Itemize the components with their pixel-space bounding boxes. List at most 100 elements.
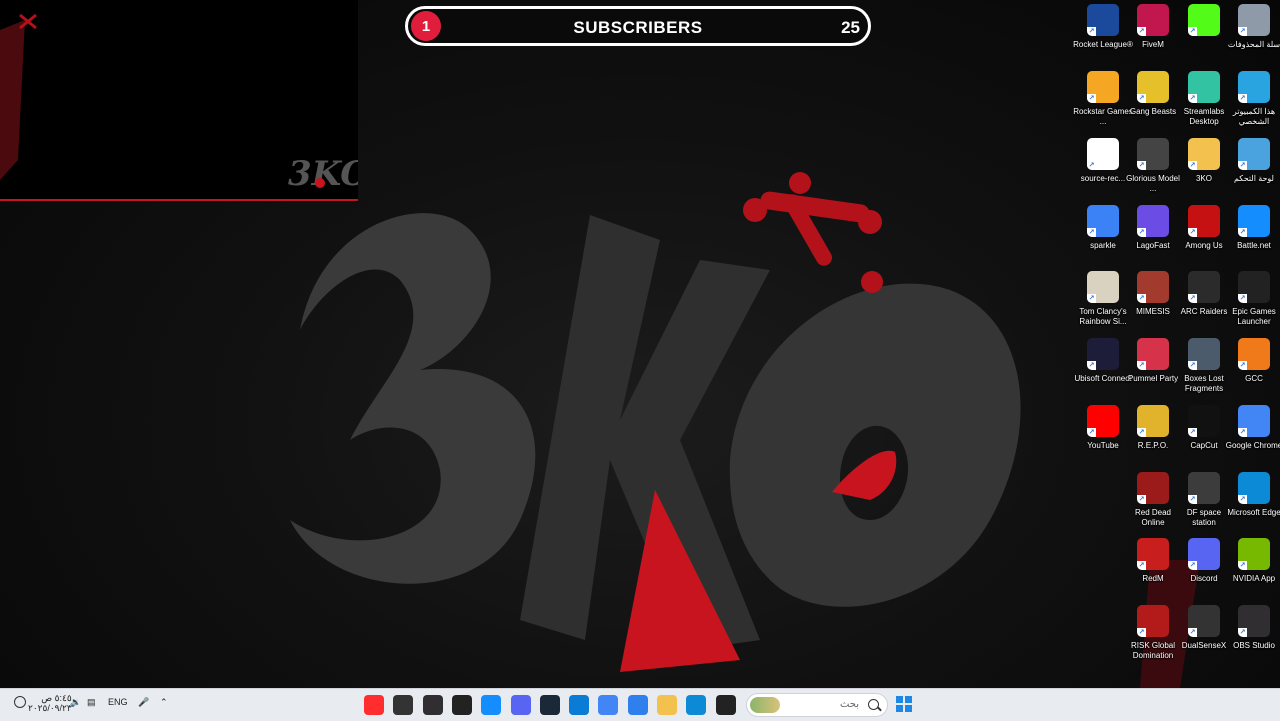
steam-taskbar-icon[interactable] [539, 695, 560, 715]
language-indicator[interactable]: ENG [108, 697, 128, 707]
streamlabs-icon: ↗ [1188, 71, 1220, 103]
search-highlight-thumbnail [750, 697, 780, 713]
subscriber-count: 25 [841, 18, 860, 37]
edge-taskbar-icon[interactable] [686, 695, 707, 715]
shortcut-arrow-icon: ↗ [1137, 561, 1146, 570]
edge-icon: ↗ [1238, 472, 1270, 504]
shortcut-arrow-icon: ↗ [1137, 428, 1146, 437]
cam-logo-text: 3KO [288, 154, 358, 194]
shortcut-arrow-icon: ↗ [1188, 94, 1197, 103]
shortcut-arrow-icon: ↗ [1087, 27, 1096, 36]
shortcut-arrow-icon: ↗ [1188, 228, 1197, 237]
shortcut-arrow-icon: ↗ [1188, 628, 1197, 637]
dualsensex-icon: ↗ [1188, 605, 1220, 637]
discord-taskbar-icon[interactable] [510, 695, 531, 715]
desktop-icon-label: Epic Games Launcher [1232, 307, 1276, 326]
desktop-icon[interactable]: ↗ هذا الكمبيوتر الشخصي [1224, 71, 1280, 135]
shortcut-arrow-icon: ↗ [1087, 361, 1096, 370]
battlenet-taskbar-icon[interactable] [481, 695, 502, 715]
microphone-icon[interactable]: 🎤 [138, 697, 149, 708]
search-icon [868, 699, 879, 710]
shortcut-arrow-icon: ↗ [1087, 228, 1096, 237]
clock[interactable]: ٥:٤٥ ص ٢٠٢٥/٠٩/٢٣ [28, 693, 72, 713]
desktop-icon-label: NVIDIA App [1232, 574, 1276, 583]
glorious-mouse-icon: ↗ [1137, 138, 1169, 170]
youtube-taskbar-icon[interactable] [364, 695, 384, 715]
desktop-icon[interactable]: ↗ OBS Studio [1224, 605, 1280, 669]
chrome-icon: ↗ [1238, 405, 1270, 437]
shortcut-arrow-icon: ↗ [1188, 561, 1197, 570]
desktop-icon-label: لوحة التحكم [1233, 174, 1274, 183]
desktop-icon[interactable]: ↗ سلة المحذوفات [1224, 4, 1280, 68]
shortcut-arrow-icon: ↗ [1188, 428, 1197, 437]
among-us-icon: ↗ [1188, 205, 1220, 237]
mimesis-icon: ↗ [1137, 271, 1169, 303]
shortcut-arrow-icon: ↗ [1188, 27, 1197, 36]
shortcut-arrow-icon: ↗ [1238, 27, 1247, 36]
taskbar-search-box[interactable]: بحث [746, 693, 888, 717]
ubisoft-icon: ↗ [1087, 338, 1119, 370]
shortcut-arrow-icon: ↗ [1137, 27, 1146, 36]
shortcut-arrow-icon: ↗ [1238, 361, 1247, 370]
settings-gear-icon[interactable] [14, 696, 26, 708]
start-button[interactable] [896, 696, 912, 712]
df-icon: ↗ [1188, 472, 1220, 504]
desktop-icon[interactable]: ↗ Battle.net [1224, 205, 1280, 269]
shortcut-arrow-icon: ↗ [1137, 495, 1146, 504]
source-record-icon: ↗ [1087, 138, 1119, 170]
shortcut-arrow-icon: ↗ [1137, 228, 1146, 237]
chrome-taskbar-icon[interactable] [598, 695, 619, 715]
desktop-icon[interactable]: ↗ Google Chrome [1224, 405, 1280, 469]
subscriber-goal-bar: 1 SUBSCRIBERS 25 [405, 6, 871, 46]
red-dead-icon: ↗ [1137, 472, 1169, 504]
speedometer-taskbar-icon[interactable] [393, 695, 414, 715]
desktop-icon[interactable]: ↗ NVIDIA App [1224, 538, 1280, 602]
desktop-icon[interactable]: ↗ Epic Games Launcher [1224, 271, 1280, 335]
desktop-icon-label: GCC [1245, 374, 1263, 383]
clock-date: ٢٠٢٥/٠٩/٢٣ [28, 703, 72, 713]
shortcut-arrow-icon: ↗ [1238, 294, 1247, 303]
photos-taskbar-icon[interactable] [627, 695, 648, 715]
capcut-icon: ↗ [1188, 405, 1220, 437]
redm-icon: ↗ [1137, 538, 1169, 570]
folder-icon: ↗ [1188, 138, 1220, 170]
desktop-icon[interactable]: ↗ GCC [1224, 338, 1280, 402]
battlenet-icon: ↗ [1238, 205, 1270, 237]
repo-icon: ↗ [1137, 405, 1169, 437]
shortcut-arrow-icon: ↗ [1188, 161, 1197, 170]
rainbow-six-icon: ↗ [1087, 271, 1119, 303]
shortcut-arrow-icon: ↗ [1137, 361, 1146, 370]
desktop: 3KO 1 SUBSCRIBERS 25 ↗Rocket League®↗Fiv… [0, 0, 1280, 688]
shortcut-arrow-icon: ↗ [1238, 628, 1247, 637]
show-hidden-icons-chevron-icon[interactable]: ⌃ [160, 697, 168, 708]
shortcut-arrow-icon: ↗ [1188, 495, 1197, 504]
shortcut-arrow-icon: ↗ [1137, 294, 1146, 303]
rocket-league-icon: ↗ [1087, 4, 1119, 36]
obs-taskbar-icon[interactable] [422, 695, 443, 715]
gcc-icon: ↗ [1238, 338, 1270, 370]
shortcut-arrow-icon: ↗ [1238, 428, 1247, 437]
task-view-taskbar-icon[interactable] [715, 695, 736, 715]
desktop-icon-label: Microsoft Edge [1227, 508, 1280, 517]
recycle-bin-icon: ↗ [1238, 4, 1270, 36]
shortcut-arrow-icon: ↗ [1087, 161, 1096, 170]
shortcut-arrow-icon: ↗ [1188, 361, 1197, 370]
search-placeholder: بحث [839, 699, 859, 710]
shortcut-arrow-icon: ↗ [1238, 228, 1247, 237]
control-panel-icon: ↗ [1238, 138, 1270, 170]
explorer-taskbar-icon[interactable] [657, 695, 677, 715]
lagofast-icon: ↗ [1137, 205, 1169, 237]
desktop-icon[interactable]: ↗ Microsoft Edge [1224, 472, 1280, 536]
volume-icon[interactable]: 🔉 [70, 697, 81, 708]
desktop-icon[interactable]: ↗ لوحة التحكم [1224, 138, 1280, 202]
fivem-icon: ↗ [1137, 4, 1169, 36]
youtube-icon: ↗ [1087, 405, 1119, 437]
shortcut-arrow-icon: ↗ [1087, 428, 1096, 437]
nvidia-icon: ↗ [1238, 538, 1270, 570]
epic-taskbar-icon[interactable] [451, 695, 472, 715]
risk-icon: ↗ [1137, 605, 1169, 637]
store-taskbar-icon[interactable] [569, 695, 590, 715]
shortcut-arrow-icon: ↗ [1238, 495, 1247, 504]
desktop-icon-label: Battle.net [1237, 241, 1271, 250]
network-icon[interactable]: ▤ [87, 697, 96, 708]
